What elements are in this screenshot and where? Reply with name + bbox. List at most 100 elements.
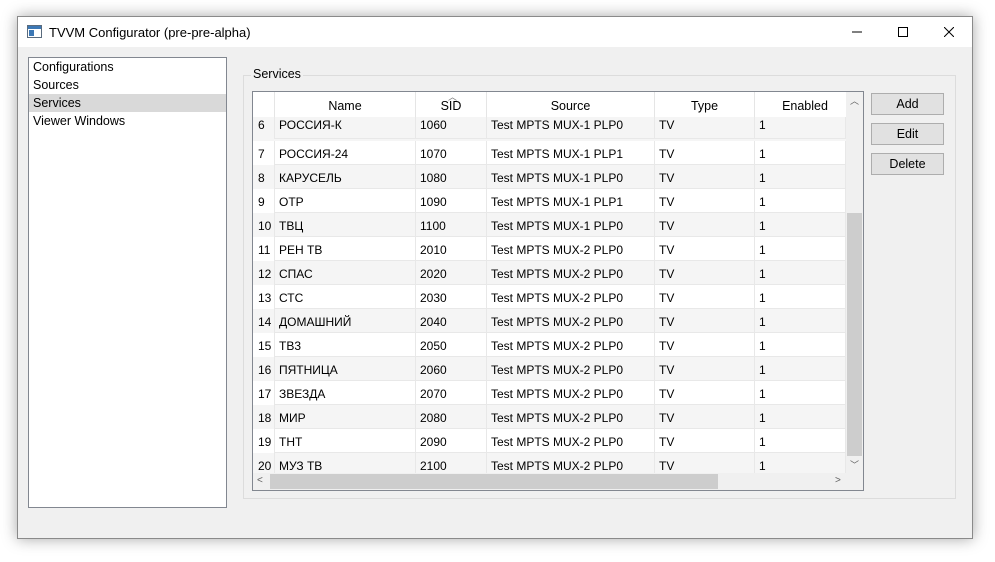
nav-item-configurations[interactable]: Configurations (29, 58, 226, 76)
nav-item-sources[interactable]: Sources (29, 76, 226, 94)
row-number: 9 (253, 189, 275, 213)
row-number: 14 (253, 309, 275, 333)
cell-source: Test MPTS MUX-2 PLP0 (487, 237, 655, 261)
row-number: 17 (253, 381, 275, 405)
cell-source: Test MPTS MUX-2 PLP0 (487, 285, 655, 309)
table-body: 6 РОССИЯ-К 1060 Test MPTS MUX-1 PLP0 TV 1 7 РОС… (253, 117, 846, 477)
table-row[interactable]: 15 ТВ3 2050 Test MPTS MUX-2 PLP0 TV 1 (253, 333, 846, 357)
table-row[interactable]: 8 КАРУСЕЛЬ 1080 Test MPTS MUX-1 PLP0 TV 1 (253, 165, 846, 189)
table-row[interactable]: 17 ЗВЕЗДА 2070 Test MPTS MUX-2 PLP0 TV 1 (253, 381, 846, 405)
window-title: TVVM Configurator (pre-pre-alpha) (49, 25, 251, 40)
cell-source: Test MPTS MUX-1 PLP0 (487, 213, 655, 237)
cell-type: TV (655, 405, 755, 429)
nav-item-services[interactable]: Services (29, 94, 226, 112)
cell-enabled: 1 (755, 117, 846, 139)
cell-sid: 2020 (416, 261, 487, 285)
column-header-type[interactable]: Type (655, 92, 755, 117)
cell-name: РЕН ТВ (275, 237, 416, 261)
navigation-list[interactable]: Configurations Sources Services Viewer W… (28, 57, 227, 508)
row-number: 6 (253, 117, 275, 139)
edit-button[interactable]: Edit (871, 123, 944, 145)
delete-button[interactable]: Delete (871, 153, 944, 175)
cell-name: СПАС (275, 261, 416, 285)
scroll-right-arrow-icon[interactable]: > (835, 475, 841, 486)
close-icon (944, 27, 954, 37)
row-number-header (253, 92, 275, 117)
table-row[interactable]: 9 ОТР 1090 Test MPTS MUX-1 PLP1 TV 1 (253, 189, 846, 213)
cell-enabled: 1 (755, 333, 846, 357)
services-group-title: Services (251, 67, 303, 81)
scroll-up-arrow-icon[interactable]: ︿ (850, 94, 859, 107)
cell-sid: 2080 (416, 405, 487, 429)
cell-type: TV (655, 309, 755, 333)
cell-type: TV (655, 261, 755, 285)
row-number: 7 (253, 141, 275, 165)
row-number: 16 (253, 357, 275, 381)
row-number: 8 (253, 165, 275, 189)
cell-name: ТНТ (275, 429, 416, 453)
cell-name: РОССИЯ-К (275, 117, 416, 139)
sort-ascending-icon: ︿ (448, 92, 458, 102)
cell-name: ЗВЕЗДА (275, 381, 416, 405)
cell-source: Test MPTS MUX-2 PLP0 (487, 381, 655, 405)
scrollbar-corner (846, 473, 863, 490)
scroll-down-arrow-icon[interactable]: ﹀ (850, 458, 859, 471)
minimize-button[interactable] (834, 17, 880, 47)
horizontal-scrollbar[interactable]: < > (253, 473, 846, 490)
table-row[interactable]: 14 ДОМАШНИЙ 2040 Test MPTS MUX-2 PLP0 TV 1 (253, 309, 846, 333)
cell-name: СТС (275, 285, 416, 309)
cell-source: Test MPTS MUX-2 PLP0 (487, 357, 655, 381)
cell-sid: 2050 (416, 333, 487, 357)
table-row[interactable]: 6 РОССИЯ-К 1060 Test MPTS MUX-1 PLP0 TV 1 (253, 117, 846, 141)
table-row[interactable]: 12 СПАС 2020 Test MPTS MUX-2 PLP0 TV 1 (253, 261, 846, 285)
cell-enabled: 1 (755, 189, 846, 213)
cell-name: ОТР (275, 189, 416, 213)
table-row[interactable]: 19 ТНТ 2090 Test MPTS MUX-2 PLP0 TV 1 (253, 429, 846, 453)
cell-type: TV (655, 117, 755, 139)
minimize-icon (852, 31, 862, 33)
close-button[interactable] (926, 17, 972, 47)
row-number: 19 (253, 429, 275, 453)
cell-sid: 1080 (416, 165, 487, 189)
column-header-source[interactable]: Source (487, 92, 655, 117)
row-number: 13 (253, 285, 275, 309)
cell-type: TV (655, 189, 755, 213)
column-header-enabled[interactable]: Enabled (755, 92, 855, 117)
table-row[interactable]: 11 РЕН ТВ 2010 Test MPTS MUX-2 PLP0 TV 1 (253, 237, 846, 261)
cell-enabled: 1 (755, 309, 846, 333)
cell-source: Test MPTS MUX-1 PLP1 (487, 189, 655, 213)
app-window: TVVM Configurator (pre-pre-alpha) Config… (17, 16, 973, 539)
table-row[interactable]: 13 СТС 2030 Test MPTS MUX-2 PLP0 TV 1 (253, 285, 846, 309)
column-header-name[interactable]: Name (275, 92, 416, 117)
cell-source: Test MPTS MUX-2 PLP0 (487, 333, 655, 357)
cell-name: ТВ3 (275, 333, 416, 357)
cell-type: TV (655, 141, 755, 165)
cell-type: TV (655, 285, 755, 309)
cell-name: КАРУСЕЛЬ (275, 165, 416, 189)
cell-sid: 2060 (416, 357, 487, 381)
add-button[interactable]: Add (871, 93, 944, 115)
scroll-left-arrow-icon[interactable]: < (257, 475, 263, 486)
cell-sid: 2090 (416, 429, 487, 453)
services-table[interactable]: Name SID Source Type Enabled ︿ 6 РОССИЯ-К… (252, 91, 864, 491)
row-number: 11 (253, 237, 275, 261)
cell-type: TV (655, 165, 755, 189)
table-row[interactable]: 7 РОССИЯ-24 1070 Test MPTS MUX-1 PLP1 TV 1 (253, 141, 846, 165)
row-number: 10 (253, 213, 275, 237)
cell-type: TV (655, 357, 755, 381)
cell-source: Test MPTS MUX-2 PLP0 (487, 405, 655, 429)
vertical-scrollbar[interactable]: ︿ ﹀ (846, 92, 863, 473)
table-row[interactable]: 18 МИР 2080 Test MPTS MUX-2 PLP0 TV 1 (253, 405, 846, 429)
table-row[interactable]: 16 ПЯТНИЦА 2060 Test MPTS MUX-2 PLP0 TV 1 (253, 357, 846, 381)
nav-item-viewer-windows[interactable]: Viewer Windows (29, 112, 226, 130)
cell-type: TV (655, 381, 755, 405)
cell-source: Test MPTS MUX-1 PLP1 (487, 141, 655, 165)
horizontal-scroll-thumb[interactable] (270, 474, 718, 489)
vertical-scroll-thumb[interactable] (847, 213, 862, 456)
cell-name: РОССИЯ-24 (275, 141, 416, 165)
title-bar[interactable]: TVVM Configurator (pre-pre-alpha) (18, 17, 972, 47)
cell-enabled: 1 (755, 405, 846, 429)
cell-type: TV (655, 213, 755, 237)
maximize-button[interactable] (880, 17, 926, 47)
table-row[interactable]: 10 ТВЦ 1100 Test MPTS MUX-1 PLP0 TV 1 (253, 213, 846, 237)
